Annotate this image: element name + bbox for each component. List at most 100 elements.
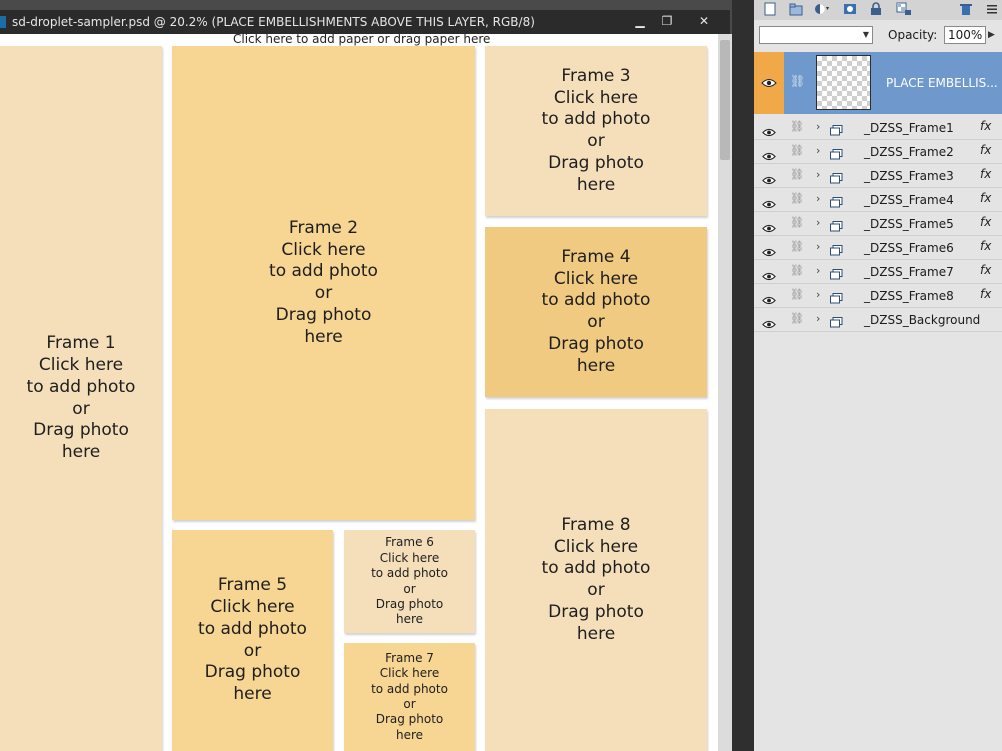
chevron-down-icon: ▼ — [862, 30, 869, 39]
opacity-label: Opacity: — [888, 28, 938, 42]
layer-row[interactable]: ⛓ › _DZSS_Frame8 fx — [754, 284, 1002, 308]
chevron-right-icon[interactable]: › — [816, 120, 820, 133]
restore-button[interactable]: ❐ — [655, 11, 679, 31]
layers-toolbar — [754, 0, 1002, 20]
frame-5-label: Frame 5 Click here to add photo or Drag … — [198, 575, 307, 704]
visibility-eye-icon[interactable] — [762, 314, 776, 333]
link-icon[interactable]: ⛓ — [790, 216, 804, 229]
link-icon[interactable]: ⛓ — [790, 74, 805, 88]
chevron-right-icon[interactable]: › — [816, 240, 820, 253]
visibility-eye-icon[interactable] — [762, 266, 776, 285]
lock-transparent-icon[interactable] — [896, 1, 912, 17]
visibility-eye-icon[interactable] — [762, 290, 776, 309]
layer-style-fx-icon[interactable]: fx — [980, 191, 991, 205]
layer-mask-icon[interactable] — [842, 1, 858, 17]
layer-style-fx-icon[interactable]: fx — [980, 167, 991, 181]
chevron-right-icon[interactable]: › — [816, 264, 820, 277]
layer-row[interactable]: ⛓ › _DZSS_Frame3 fx — [754, 164, 1002, 188]
chevron-right-icon[interactable]: › — [816, 192, 820, 205]
link-icon[interactable]: ⛓ — [790, 240, 804, 253]
layer-row[interactable]: ⛓ › _DZSS_Frame2 fx — [754, 140, 1002, 164]
frame-7-label: Frame 7 Click here to add photo or Drag … — [371, 650, 448, 742]
link-icon[interactable]: ⛓ — [790, 144, 804, 157]
visibility-eye-icon[interactable] — [762, 170, 776, 189]
paper-hint[interactable]: Click here to add paper or drag paper he… — [233, 34, 490, 46]
group-icon — [830, 145, 843, 160]
new-group-icon[interactable] — [788, 1, 804, 17]
blend-mode-dropdown[interactable]: ▼ — [759, 26, 873, 44]
layer-style-fx-icon[interactable]: fx — [980, 239, 991, 253]
layer-row[interactable]: ⛓ › _DZSS_Frame4 fx — [754, 188, 1002, 212]
blend-opacity-row: ▼ Opacity: 100% ▶ — [754, 24, 1002, 48]
document-icon — [0, 16, 6, 28]
panel-divider — [732, 0, 754, 751]
minimize-button[interactable]: ▁ — [628, 11, 652, 31]
adjustment-layer-icon[interactable] — [814, 1, 830, 17]
frame-4[interactable]: Frame 4 Click here to add photo or Drag … — [485, 227, 707, 397]
chevron-right-icon[interactable]: › — [816, 168, 820, 181]
panel-menu-icon[interactable] — [984, 1, 1000, 17]
group-icon — [830, 265, 843, 280]
chevron-right-icon[interactable]: › — [816, 312, 820, 325]
frame-1-label: Frame 1 Click here to add photo or Drag … — [26, 333, 136, 462]
chevron-right-icon[interactable]: › — [816, 216, 820, 229]
link-icon[interactable]: ⛓ — [790, 120, 804, 133]
frame-3-label: Frame 3 Click here to add photo or Drag … — [541, 65, 651, 195]
group-icon — [830, 289, 843, 304]
layer-style-fx-icon[interactable]: fx — [980, 215, 991, 229]
link-icon[interactable]: ⛓ — [790, 264, 804, 277]
layer-row[interactable]: ⛓ › _DZSS_Background — [754, 308, 1002, 332]
layer-row[interactable]: ⛓ › _DZSS_Frame6 fx — [754, 236, 1002, 260]
frame-1[interactable]: Frame 1 Click here to add photo or Drag … — [0, 46, 162, 751]
document-title-bar[interactable]: sd-droplet-sampler.psd @ 20.2% (PLACE EM… — [0, 10, 730, 34]
scrollbar-thumb[interactable] — [720, 40, 730, 160]
group-icon — [830, 217, 843, 232]
document-canvas[interactable]: Click here to add paper or drag paper he… — [0, 34, 718, 751]
lock-all-icon[interactable] — [868, 1, 884, 17]
layer-name: _DZSS_Frame3 — [864, 169, 954, 183]
link-icon[interactable]: ⛓ — [790, 168, 804, 181]
visibility-eye-icon[interactable] — [762, 218, 776, 237]
layer-style-fx-icon[interactable]: fx — [980, 287, 991, 301]
frame-3[interactable]: Frame 3 Click here to add photo or Drag … — [485, 46, 707, 216]
layer-style-fx-icon[interactable]: fx — [980, 143, 991, 157]
visibility-eye-icon[interactable] — [762, 194, 776, 213]
link-icon[interactable]: ⛓ — [790, 312, 804, 325]
close-button[interactable]: ✕ — [692, 11, 716, 31]
link-icon[interactable]: ⛓ — [790, 192, 804, 205]
trash-icon[interactable] — [958, 1, 974, 17]
frame-5[interactable]: Frame 5 Click here to add photo or Drag … — [172, 530, 333, 751]
frame-2[interactable]: Frame 2 Click here to add photo or Drag … — [172, 46, 475, 520]
frame-4-label: Frame 4 Click here to add photo or Drag … — [541, 246, 651, 376]
layer-name: _DZSS_Frame4 — [864, 193, 954, 207]
layer-thumbnail — [816, 55, 871, 110]
group-icon — [830, 193, 843, 208]
layer-name: _DZSS_Background — [864, 313, 981, 327]
group-icon — [830, 169, 843, 184]
layer-row-active[interactable]: ⛓ PLACE EMBELLIS... — [754, 52, 1002, 114]
layer-row[interactable]: ⛓ › _DZSS_Frame1 fx — [754, 116, 1002, 140]
layer-row[interactable]: ⛓ › _DZSS_Frame7 fx — [754, 260, 1002, 284]
visibility-eye-icon[interactable] — [754, 52, 784, 114]
chevron-right-icon[interactable]: › — [816, 288, 820, 301]
layer-name: _DZSS_Frame5 — [864, 217, 954, 231]
visibility-eye-icon[interactable] — [762, 242, 776, 261]
layer-style-fx-icon[interactable]: fx — [980, 119, 991, 133]
layer-name: _DZSS_Frame1 — [864, 121, 954, 135]
opacity-slider-arrow-icon[interactable]: ▶ — [988, 30, 995, 40]
link-icon[interactable]: ⛓ — [790, 288, 804, 301]
new-layer-icon[interactable] — [762, 1, 778, 17]
visibility-eye-icon[interactable] — [762, 146, 776, 165]
chevron-right-icon[interactable]: › — [816, 144, 820, 157]
layer-name: PLACE EMBELLIS... — [886, 76, 998, 90]
frame-8[interactable]: Frame 8 Click here to add photo or Drag … — [485, 409, 707, 751]
frame-7[interactable]: Frame 7 Click here to add photo or Drag … — [344, 643, 475, 751]
canvas-vertical-scrollbar[interactable] — [718, 34, 732, 751]
visibility-eye-icon[interactable] — [762, 122, 776, 141]
opacity-field[interactable]: 100% — [944, 26, 986, 44]
frame-2-label: Frame 2 Click here to add photo or Drag … — [269, 217, 378, 347]
layer-style-fx-icon[interactable]: fx — [980, 263, 991, 277]
layer-row[interactable]: ⛓ › _DZSS_Frame5 fx — [754, 212, 1002, 236]
frame-6[interactable]: Frame 6 Click here to add photo or Drag … — [344, 530, 475, 633]
layer-name: _DZSS_Frame2 — [864, 145, 954, 159]
